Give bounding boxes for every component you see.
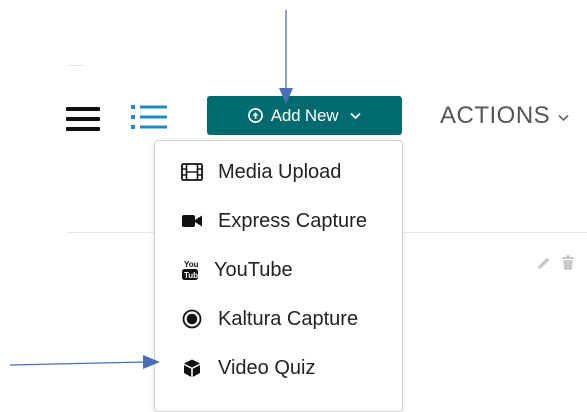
row-actions bbox=[536, 255, 575, 271]
menu-item-label: Express Capture bbox=[218, 209, 367, 232]
pencil-icon[interactable] bbox=[536, 255, 552, 271]
list-view-icon[interactable] bbox=[131, 104, 167, 130]
record-icon bbox=[180, 307, 204, 331]
add-new-label: Add New bbox=[270, 105, 339, 125]
film-icon bbox=[180, 160, 204, 184]
add-new-button[interactable]: Add New bbox=[207, 96, 402, 135]
hamburger-menu-icon[interactable] bbox=[66, 107, 100, 137]
menu-item-label: Kaltura Capture bbox=[218, 307, 359, 330]
actions-label: ACTIONS bbox=[440, 102, 551, 129]
menu-item-express-capture[interactable]: Express Capture bbox=[155, 199, 402, 243]
youtube-icon: You Tube bbox=[178, 258, 202, 282]
row-divider bbox=[66, 232, 156, 233]
row-divider bbox=[401, 232, 587, 233]
top-divider bbox=[66, 65, 86, 66]
cube-icon bbox=[180, 356, 204, 380]
chevron-down-icon bbox=[558, 114, 569, 122]
menu-item-label: Media Upload bbox=[218, 160, 342, 183]
menu-item-label: YouTube bbox=[214, 258, 293, 281]
add-new-menu: Media Upload Express Capture You Tube Yo… bbox=[154, 140, 403, 412]
menu-item-kaltura-capture[interactable]: Kaltura Capture bbox=[155, 297, 402, 341]
actions-dropdown[interactable]: ACTIONS bbox=[440, 102, 569, 130]
annotation-arrow-left bbox=[9, 355, 160, 369]
menu-item-video-quiz[interactable]: Video Quiz bbox=[155, 346, 402, 390]
video-camera-icon bbox=[180, 209, 204, 233]
annotation-arrow-top bbox=[279, 10, 293, 104]
menu-item-label: Video Quiz bbox=[218, 356, 316, 379]
chevron-down-icon bbox=[350, 112, 361, 119]
menu-item-media-upload[interactable]: Media Upload bbox=[155, 150, 402, 194]
menu-item-youtube[interactable]: You Tube YouTube bbox=[155, 248, 402, 292]
svg-text:Tube: Tube bbox=[184, 271, 200, 280]
svg-text:You: You bbox=[184, 260, 199, 269]
trash-icon[interactable] bbox=[561, 255, 575, 271]
upload-circle-icon bbox=[247, 108, 263, 123]
